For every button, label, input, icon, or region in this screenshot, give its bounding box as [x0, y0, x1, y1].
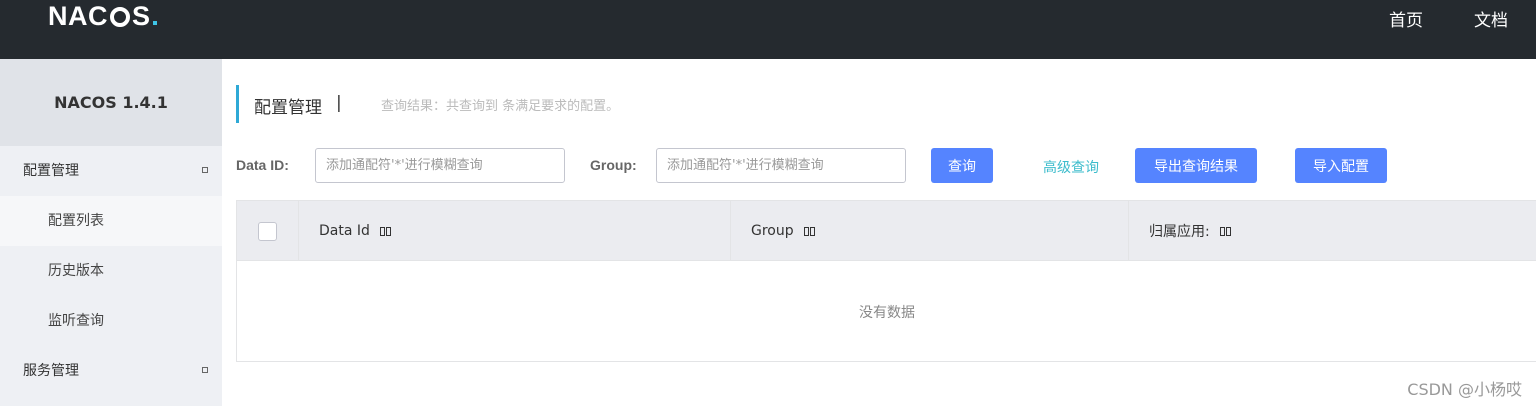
nav-home-link[interactable]: 首页 — [1389, 6, 1423, 31]
sidebar-group-label: 配置管理 — [23, 163, 79, 179]
select-all-cell — [237, 201, 299, 261]
export-results-button[interactable]: 导出查询结果 — [1135, 148, 1257, 183]
sidebar-item-config-list[interactable]: 配置列表 — [0, 196, 222, 246]
column-label: Group — [751, 223, 794, 239]
column-label: 归属应用: — [1149, 224, 1210, 240]
sidebar-item-listener-query[interactable]: 监听查询 — [0, 296, 222, 346]
group-label: Group: — [590, 157, 637, 173]
nacos-logo[interactable]: NA C S — [48, 1, 157, 31]
sidebar-group-label: 服务管理 — [23, 363, 79, 379]
collapse-icon — [202, 367, 208, 373]
query-result-text: 查询结果：共查询到 条满足要求的配置。 — [381, 99, 620, 114]
title-separator: | — [336, 93, 342, 113]
column-resize-icon — [1219, 226, 1231, 236]
query-button[interactable]: 查询 — [931, 148, 993, 183]
advanced-query-link[interactable]: 高级查询 — [1043, 157, 1099, 177]
logo-dot-icon — [152, 21, 157, 25]
table-header: Data Id Group 归属应用: — [237, 201, 1536, 261]
empty-table-message: 没有数据 — [859, 305, 915, 321]
nav-docs-link[interactable]: 文档 — [1474, 6, 1508, 31]
group-input[interactable] — [656, 148, 906, 183]
logo-ring-icon — [110, 7, 130, 27]
sidebar-group-config-management[interactable]: 配置管理 — [0, 146, 222, 196]
watermark: CSDN @小杨哎 — [1407, 380, 1522, 399]
column-label: Data Id — [319, 223, 370, 239]
sidebar-group-service-management[interactable]: 服务管理 — [0, 346, 222, 396]
column-header-data-id[interactable]: Data Id — [299, 201, 731, 261]
top-navbar: NA C S 首页 文档 — [0, 0, 1536, 59]
sidebar-title: NACOS 1.4.1 — [0, 59, 222, 146]
column-header-group[interactable]: Group — [731, 201, 1129, 261]
sidebar: NACOS 1.4.1 配置管理 配置列表 历史版本 监听查询 服务管理 — [0, 59, 222, 406]
column-resize-icon — [803, 226, 815, 236]
page-title: 配置管理 — [254, 98, 322, 118]
select-all-checkbox[interactable] — [258, 221, 277, 241]
column-resize-icon — [379, 226, 391, 236]
import-config-button[interactable]: 导入配置 — [1295, 148, 1387, 183]
page-title-bar: 配置管理 | — [236, 85, 342, 123]
data-id-input[interactable] — [315, 148, 565, 183]
column-header-app[interactable]: 归属应用: — [1129, 201, 1536, 261]
sidebar-item-history[interactable]: 历史版本 — [0, 246, 222, 296]
config-table: Data Id Group 归属应用: 没有数据 — [236, 200, 1536, 362]
data-id-label: Data ID: — [236, 157, 289, 173]
collapse-icon — [202, 167, 208, 173]
